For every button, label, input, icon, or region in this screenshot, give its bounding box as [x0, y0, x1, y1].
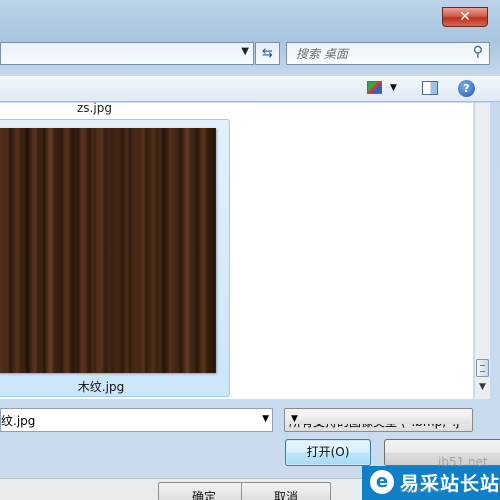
watermark-url: www.jb51.net: [400, 487, 441, 494]
close-icon[interactable]: ✕: [459, 9, 471, 25]
selected-file-name: 木纹.jpg: [77, 380, 125, 394]
search-icon[interactable]: ⚲: [473, 44, 483, 60]
scrollbar-thumb[interactable]: [476, 359, 489, 377]
vertical-scrollbar[interactable]: ▼: [474, 103, 490, 399]
help-icon[interactable]: ?: [458, 80, 475, 97]
selected-file-item[interactable]: 木纹.jpg: [0, 119, 230, 397]
preview-pane-icon[interactable]: [422, 81, 438, 95]
close-button[interactable]: ✕: [442, 7, 488, 27]
file-list[interactable]: zs.jpg 木纹.jpg: [0, 101, 474, 399]
scroll-down-icon[interactable]: ▼: [476, 382, 489, 397]
open-button[interactable]: 打开(O): [285, 439, 371, 466]
underlying-cancel-button[interactable]: 取消: [241, 482, 331, 500]
chevron-down-icon[interactable]: ▼: [289, 414, 469, 424]
search-box[interactable]: ⚲: [286, 42, 490, 65]
file-name-input[interactable]: [1, 409, 251, 431]
dialog-toolbar: ▼ ?: [0, 76, 500, 102]
search-input[interactable]: [287, 43, 455, 64]
file-name-field[interactable]: ▼: [0, 408, 273, 432]
view-options-icon[interactable]: [367, 81, 382, 94]
wood-grain-thumbnail: [0, 128, 216, 373]
file-type-select[interactable]: 所有支持的图像类型 (*.bmp;*.j ▼: [284, 408, 473, 432]
refresh-icon: ⇆: [262, 46, 273, 61]
watermark-logo-icon: e: [370, 470, 394, 494]
view-dropdown-icon[interactable]: ▼: [390, 83, 397, 93]
chevron-down-icon[interactable]: ▼: [241, 46, 249, 57]
file-item-label[interactable]: zs.jpg: [77, 101, 112, 115]
ok-button[interactable]: 确定: [158, 482, 250, 500]
refresh-button[interactable]: ⇆: [255, 42, 280, 65]
open-file-dialog: ✕ ▼ ⇆ ⚲ ▼ ? zs.jpg 木纹.jpg ▼ ▼ 所有支持的图像类型 …: [0, 0, 500, 500]
chevron-down-icon[interactable]: ▼: [262, 414, 269, 424]
address-bar[interactable]: ▼: [0, 42, 254, 65]
